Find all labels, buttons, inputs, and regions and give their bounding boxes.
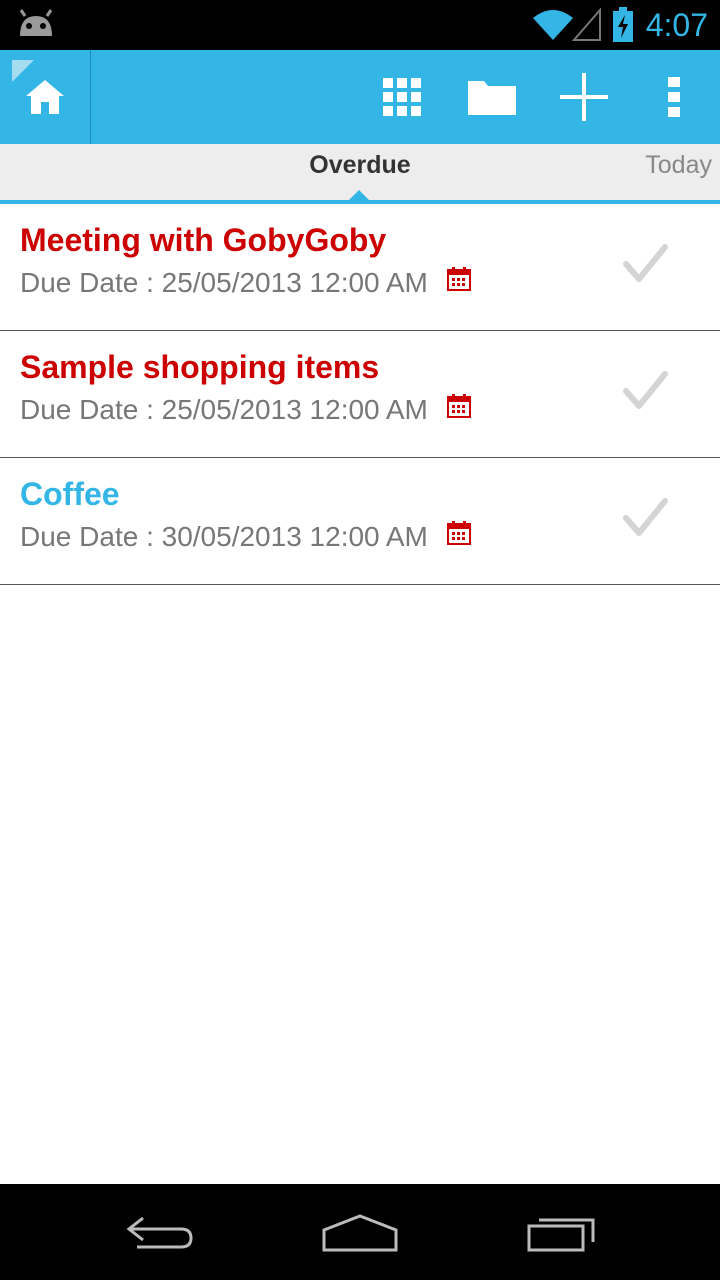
status-clock: 4:07 [645, 7, 708, 43]
back-button[interactable] [90, 1184, 230, 1280]
recent-apps-button[interactable] [492, 1184, 632, 1280]
tab-indicator-notch [349, 190, 369, 200]
android-icon [16, 8, 56, 43]
overflow-menu-button[interactable] [634, 50, 714, 144]
wifi-icon [532, 8, 574, 47]
tab-strip: Overdue Today [0, 144, 720, 204]
task-due-date: Due Date : 30/05/2013 12:00 AM [20, 518, 472, 556]
battery-charging-icon [612, 7, 634, 48]
calendar-icon [446, 518, 472, 556]
task-row[interactable]: Meeting with GobyGoby Due Date : 25/05/2… [0, 204, 720, 331]
task-row[interactable]: Sample shopping items Due Date : 25/05/2… [0, 331, 720, 458]
task-title: Coffee [20, 476, 120, 512]
status-bar: 4:07 [0, 0, 720, 50]
calendar-icon [446, 391, 472, 429]
checkmark-icon[interactable] [620, 496, 670, 545]
home-nav-button[interactable] [290, 1184, 430, 1280]
task-title: Meeting with GobyGoby [20, 222, 387, 258]
checkmark-icon[interactable] [620, 369, 670, 418]
task-due-date: Due Date : 25/05/2013 12:00 AM [20, 264, 472, 302]
task-title: Sample shopping items [20, 349, 380, 385]
task-list: Meeting with GobyGoby Due Date : 25/05/2… [0, 204, 720, 585]
calendar-icon [446, 264, 472, 302]
action-bar [0, 50, 720, 144]
home-icon [24, 78, 66, 121]
checkmark-icon[interactable] [620, 242, 670, 291]
task-due-text: Due Date : 30/05/2013 12:00 AM [20, 521, 428, 552]
add-task-button[interactable] [544, 50, 624, 144]
home-button[interactable] [0, 50, 91, 144]
grid-view-button[interactable] [362, 50, 442, 144]
folder-button[interactable] [452, 50, 532, 144]
tab-today[interactable]: Today [645, 144, 712, 200]
task-due-text: Due Date : 25/05/2013 12:00 AM [20, 394, 428, 425]
task-due-date: Due Date : 25/05/2013 12:00 AM [20, 391, 472, 429]
task-due-text: Due Date : 25/05/2013 12:00 AM [20, 267, 428, 298]
navigation-bar [0, 1184, 720, 1280]
task-row[interactable]: Coffee Due Date : 30/05/2013 12:00 AM [0, 458, 720, 585]
signal-icon [571, 7, 602, 47]
